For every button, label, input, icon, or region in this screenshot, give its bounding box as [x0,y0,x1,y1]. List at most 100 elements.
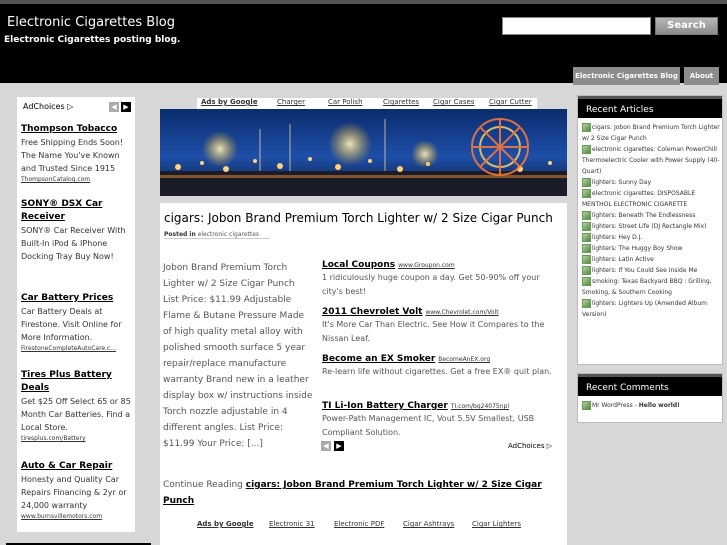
ad-text: SONY® Car Receiver With Built-In iPod & … [21,226,126,261]
rss-icon [582,299,591,308]
ad-item: Thompson Tobacco Free Shipping Ends Soon… [21,123,133,185]
post-ad-item: TI Li-Ion Battery Charger TI.com/bq24075n… [322,393,562,440]
ad-link[interactable]: Cigarettes [383,98,419,106]
ad-text: Car Battery Deals at Firestone. Visit On… [21,307,122,342]
recent-comments-title: Recent Comments [578,374,722,396]
rss-icon [582,211,591,220]
ad-title-link[interactable]: Car Battery Prices [21,292,133,305]
recent-article-item[interactable]: lighters: Latin Active [582,254,722,265]
posted-in-label: Posted in [164,231,196,238]
ad-item: SONY® DSX Car Receiver SONY® Car Receive… [21,198,133,263]
ad-prev-icon[interactable]: ◀ [109,102,119,112]
post-ad-prev-icon[interactable]: ◀ [321,441,331,451]
nav-tab-blog[interactable]: Electronic Cigarettes Blog [573,67,680,85]
rss-icon [582,233,591,242]
comment-post-link[interactable]: Hello world! [639,402,680,409]
recent-article-item[interactable]: cigars: Jobon Brand Premium Torch Lighte… [582,122,722,144]
ad-link[interactable]: Cigar Cases [433,98,474,106]
post-meta: Posted in electronic cigarettes [164,231,270,239]
recent-article-item[interactable]: lighters: The Huggy Boy Show [582,243,722,254]
search-input[interactable] [502,17,651,35]
ad-text: Get $25 Off Select 65 or 85 Month Car Ba… [21,397,131,432]
post-ad-title-link[interactable]: TI Li-Ion Battery Charger [322,401,448,411]
ad-next-icon[interactable]: ▶ [121,102,131,112]
post-ad-title-link[interactable]: Local Coupons [322,260,395,270]
ad-link[interactable]: Car Polish [328,98,363,106]
post-adchoices-label[interactable]: AdChoices ▷ [508,442,552,450]
ad-link[interactable]: Electronic 31 [269,520,315,528]
recent-article-link[interactable]: cigars: Jobon Brand Premium Torch Lighte… [582,124,720,142]
post-title[interactable]: cigars: Jobon Brand Premium Torch Lighte… [164,211,553,225]
recent-article-link[interactable]: lighters: The Huggy Boy Show [592,245,682,252]
ad-link[interactable]: Charger [277,98,305,106]
recent-article-link[interactable]: lighters: Beneath The Endlessness [592,212,695,219]
ad-text: Free Shipping Ends Soon! The Name You've… [21,138,124,173]
recent-article-item[interactable]: lighters: Beneath The Endlessness [582,210,722,221]
ad-item: Tires Plus Battery Deals Get $25 Off Sel… [21,369,133,444]
ads-by-google-label[interactable]: Ads by Google [201,98,258,106]
recent-article-link[interactable]: smoking: Texas Backyard BBQ : Grilling, … [582,278,712,296]
ad-url[interactable]: ThompsonCatalog.com [21,175,133,185]
ad-item: Auto & Car Repair Honesty and Quality Ca… [21,460,133,522]
nav-tab-about[interactable]: About [684,67,719,85]
recent-article-link[interactable]: lighters: Sunny Day [592,179,651,186]
post-ad-title-link[interactable]: Become an EX Smoker [322,354,435,364]
ad-link[interactable]: Cigar Ashtrays [403,520,454,528]
recent-article-item[interactable]: electronic cigarettes: DISPOSABLE MENTHO… [582,188,722,210]
post-ad-text: It's More Car Than Electric. See How it … [322,320,545,343]
post-ad-title-link[interactable]: 2011 Chevrolet Volt [322,307,422,317]
adchoices-text: AdChoices [23,102,65,111]
recent-article-link[interactable]: lighters: Street Life (DJ Rectangle Mix) [592,223,707,230]
site-title[interactable]: Electronic Cigarettes Blog [7,15,175,30]
ad-title-link[interactable]: Thompson Tobacco [21,123,133,136]
rss-icon [582,222,591,231]
post-category-link[interactable]: electronic cigarettes [198,231,259,238]
recent-article-link[interactable]: lighters: Latin Active [592,256,654,263]
ad-url[interactable]: FirestoneCompleteAutoCare.c... [21,344,133,354]
adchoices-label[interactable]: AdChoices ▷ [23,102,73,111]
post-ad-url[interactable]: BecomeAnEX.org [438,356,490,363]
ad-link[interactable]: Electronic PDF [334,520,384,528]
post-ad-url[interactable]: www.Chevrolet.com/Volt [425,309,498,316]
search-button[interactable]: Search [655,17,718,35]
rss-icon [582,401,591,410]
post-ad-text: Power-Path Management IC, Vout 5.5V Smal… [322,414,535,437]
recent-article-item[interactable]: lighters: If You Could See Inside Me [582,265,722,276]
ad-text: Honesty and Quality Car Repairs Financin… [21,475,127,510]
post-ad-item: Become an EX Smoker BecomeAnEX.org Re-lea… [322,346,562,379]
recent-article-link[interactable]: lighters: Lighters Up (Amended Album Ver… [582,300,707,318]
comment-author[interactable]: Mr WordPress [592,402,633,409]
ad-url[interactable]: tiresplus.com/Battery [21,434,133,444]
continue-reading: Continue Reading cigars: Jobon Brand Pre… [163,477,563,509]
post-ad-text: Re-learn life without cigarettes. Get a … [322,367,552,376]
ad-link[interactable]: Cigar Cutter [489,98,532,106]
recent-article-link[interactable]: electronic cigarettes: DISPOSABLE MENTHO… [582,190,695,208]
post-ad-next-icon[interactable]: ▶ [334,441,344,451]
recent-article-item[interactable]: smoking: Texas Backyard BBQ : Grilling, … [582,276,722,298]
recent-article-item[interactable]: lighters: Lighters Up (Amended Album Ver… [582,298,722,320]
banner-svg [160,109,567,196]
post-ad-url[interactable]: www.Groupon.com [398,262,455,269]
post-adchoices-text: AdChoices [508,442,545,450]
recent-article-item[interactable]: electronic cigarettes: Coleman PowerChil… [582,144,722,177]
recent-article-item[interactable]: lighters: Hey D.J. [582,232,722,243]
ad-title-link[interactable]: Tires Plus Battery Deals [21,369,133,395]
ads-by-google-label[interactable]: Ads by Google [197,520,254,528]
recent-comments-widget: Recent Comments Mr WordPress - Hello wor… [577,373,723,423]
ad-title-link[interactable]: Auto & Car Repair [21,460,133,473]
ad-title-link[interactable]: SONY® DSX Car Receiver [21,198,133,224]
rss-icon [582,145,591,154]
recent-article-link[interactable]: lighters: Hey D.J. [592,234,642,241]
recent-article-item[interactable]: lighters: Sunny Day [582,177,722,188]
recent-article-link[interactable]: lighters: If You Could See Inside Me [592,267,697,274]
rss-icon [582,266,591,275]
ad-link[interactable]: Cigar Lighters [472,520,521,528]
post-ad-url[interactable]: TI.com/bq24075npl [451,403,509,410]
recent-article-link[interactable]: electronic cigarettes: Coleman PowerChil… [582,146,720,175]
rss-icon [582,178,591,187]
recent-article-item[interactable]: lighters: Street Life (DJ Rectangle Mix) [582,221,722,232]
post-ad-item: 2011 Chevrolet Volt www.Chevrolet.com/Vol… [322,299,562,346]
adchoices-icon: ▷ [67,102,74,111]
recent-comment-item: Mr WordPress - Hello world! [582,400,722,411]
ad-url[interactable]: www.burnsvillemotors.com [21,512,133,522]
